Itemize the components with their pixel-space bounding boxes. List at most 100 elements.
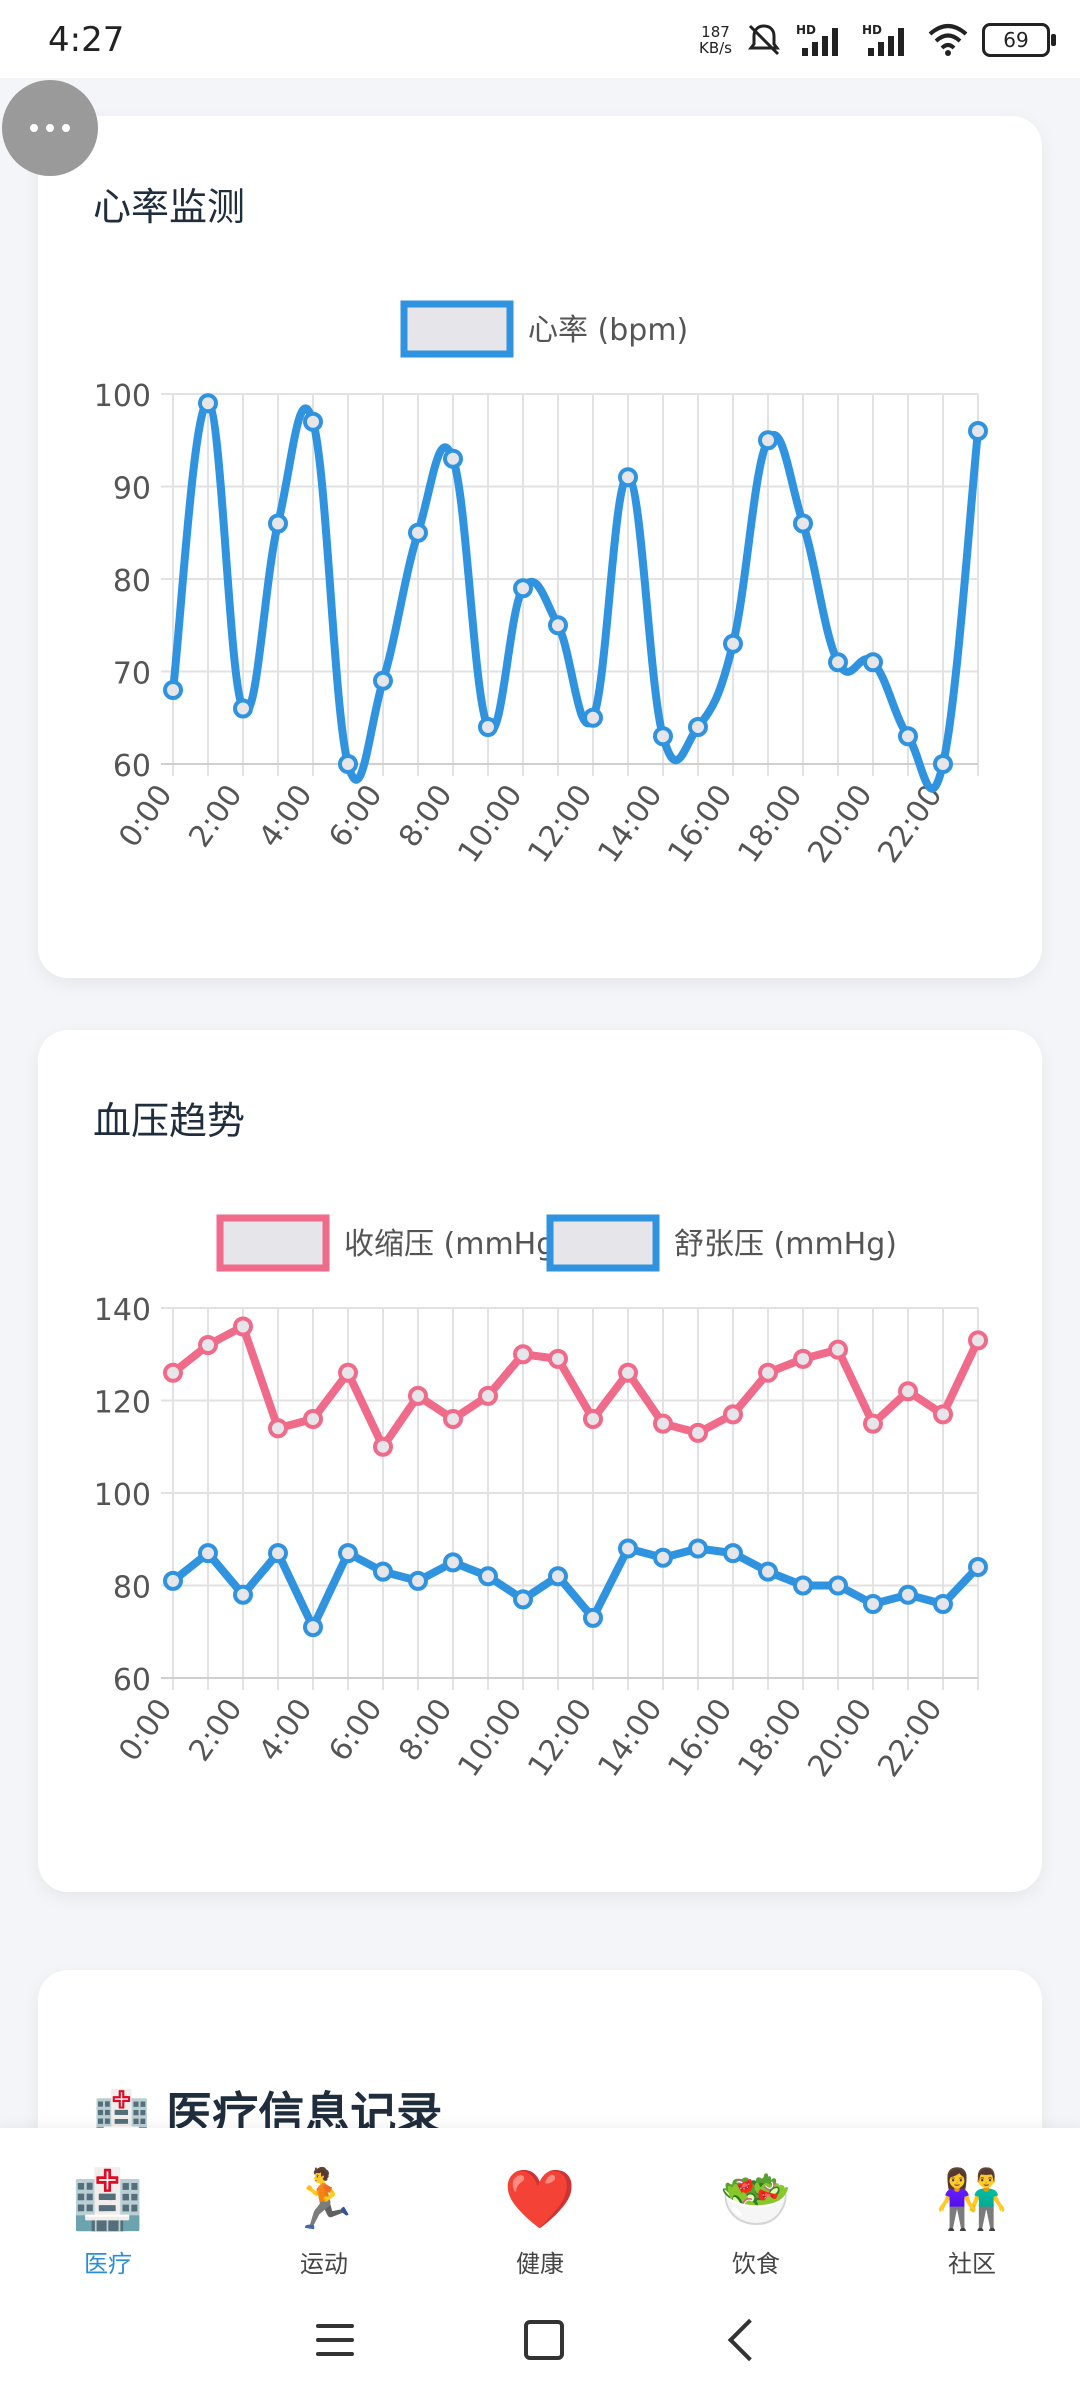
- data-point: [968, 1330, 988, 1351]
- nav-label: 运动: [300, 2250, 348, 2278]
- blood-pressure-chart: 收缩压 (mmHg) 舒张压 (mmHg) 60 80 100 120 140 0:00 2:0…: [94, 1214, 988, 1784]
- data-point: [828, 1575, 848, 1596]
- data-point: [933, 1404, 953, 1425]
- data-point: [373, 1436, 393, 1457]
- y-tick-label: 100: [94, 1478, 151, 1513]
- recent-apps-icon[interactable]: [316, 2324, 354, 2356]
- data-point: [618, 1362, 638, 1383]
- data-point: [863, 1594, 883, 1614]
- nav-item-2[interactable]: ❤️ 健康: [432, 2148, 648, 2298]
- x-tick-label: 12:00: [521, 779, 599, 870]
- medical-records-title: 🏥 医疗信息记录: [93, 2078, 442, 2128]
- nav-item-0[interactable]: 🏥 医疗: [0, 2148, 216, 2298]
- data-point: [618, 1538, 638, 1559]
- x-tick-label: 20:00: [801, 779, 879, 870]
- data-point: [548, 615, 568, 636]
- series-line: [169, 399, 982, 793]
- data-point: [478, 1566, 498, 1587]
- y-tick-label: 120: [94, 1386, 151, 1421]
- data-point: [898, 1584, 918, 1605]
- data-point: [478, 717, 498, 737]
- data-point: [863, 652, 883, 673]
- x-tick-label: 6:00: [322, 779, 389, 854]
- chart-grid: [161, 1307, 979, 1690]
- x-tick-label: 4:00: [252, 1693, 319, 1768]
- data-point: [408, 522, 428, 543]
- data-point: [198, 393, 218, 414]
- y-tick-label: 60: [113, 749, 151, 784]
- series-line: [169, 1544, 982, 1632]
- nav-item-3[interactable]: 🥗 饮食: [648, 2148, 864, 2298]
- x-tick-label: 20:00: [801, 1693, 879, 1784]
- hospital-icon: 🏥: [93, 2087, 151, 2128]
- heart-rate-chart: 心率 (bpm)607080901000:00 2:00 4:00 6:00 8:001…: [94, 300, 988, 870]
- chart-legend: 心率 (bpm): [400, 300, 688, 358]
- y-tick-label: 60: [113, 1663, 151, 1698]
- data-point: [373, 670, 393, 691]
- x-tick-label: 8:00: [392, 1693, 459, 1768]
- data-point: [478, 1385, 498, 1406]
- x-tick-label: 8:00: [392, 779, 459, 854]
- heart-rate-card: 心率监测 心率 (bpm) 60 70 80 90 100 0:00 2:00 4:00 6:00…: [38, 116, 1042, 978]
- chart-legend: 收缩压 (mmHg) 舒张压 (mmHg): [216, 1214, 897, 1272]
- data-point: [303, 1409, 323, 1429]
- salad-icon: 🥗: [719, 2165, 793, 2233]
- running-icon: 🏃: [287, 2165, 361, 2233]
- data-point: [758, 430, 778, 451]
- nav-label: 社区: [948, 2250, 996, 2278]
- system-nav-bar: [0, 2300, 1080, 2380]
- x-tick-label: 0:00: [112, 1693, 179, 1768]
- data-point: [618, 467, 638, 488]
- bottom-nav-items: 🏥 医疗 🏃 运动 ❤️ 健康 🥗 饮食 👫 社区: [0, 2148, 1080, 2298]
- x-tick-label: 2:00: [182, 779, 249, 854]
- x-tick-label: 22:00: [871, 1693, 949, 1784]
- data-point: [828, 1339, 848, 1360]
- blood-pressure-card: 血压趋势 收缩压 (mmHg) 舒张压 (mmHg) 60 80 100 120 140 0:…: [38, 1030, 1042, 1892]
- data-point: [793, 1575, 813, 1596]
- back-icon[interactable]: [727, 2318, 771, 2362]
- y-tick-label: 80: [113, 1571, 151, 1606]
- data-point: [303, 1617, 323, 1638]
- x-tick-label: 16:00: [661, 779, 739, 870]
- data-point: [583, 1409, 603, 1429]
- data-point: [198, 1543, 218, 1564]
- data-point: [338, 1543, 358, 1564]
- data-point: [723, 633, 743, 654]
- data-point: [233, 1584, 253, 1605]
- x-tick-label: 22:00: [871, 779, 949, 870]
- data-point: [898, 726, 918, 747]
- x-tick-label: 12:00: [521, 1693, 599, 1784]
- more-dots-icon[interactable]: [2, 80, 98, 176]
- data-point: [443, 1552, 463, 1573]
- bell-off-icon: [748, 24, 780, 56]
- data-point: [443, 1409, 463, 1429]
- data-point: [408, 1385, 428, 1406]
- y-tick-label: 100: [94, 379, 151, 414]
- y-tick-label: 70: [113, 657, 151, 692]
- heart-icon: ❤️: [503, 2165, 577, 2233]
- data-point: [688, 1538, 708, 1559]
- data-point: [163, 1570, 183, 1591]
- series-line: [169, 1322, 982, 1451]
- nav-item-1[interactable]: 🏃 运动: [216, 2148, 432, 2298]
- svg-text:HD: HD: [862, 23, 882, 37]
- data-point: [863, 1413, 883, 1434]
- data-point: [933, 1594, 953, 1614]
- data-point: [163, 1362, 183, 1383]
- status-bar: 4:27 187 KB/s HD HD 69: [0, 0, 1080, 78]
- data-point: [653, 726, 673, 747]
- chart-grid: [161, 393, 979, 776]
- nav-label: 饮食: [732, 2250, 780, 2278]
- status-time: 4:27: [48, 20, 125, 60]
- data-point: [933, 754, 953, 774]
- x-tick-label: 4:00: [252, 779, 319, 854]
- nav-item-4[interactable]: 👫 社区: [864, 2148, 1080, 2298]
- y-tick-label: 140: [94, 1293, 151, 1328]
- data-point: [163, 680, 183, 700]
- data-point: [688, 717, 708, 737]
- data-point: [758, 1362, 778, 1383]
- data-point: [443, 448, 463, 469]
- data-point: [828, 652, 848, 673]
- data-point: [513, 1589, 533, 1610]
- home-icon[interactable]: [524, 2320, 564, 2360]
